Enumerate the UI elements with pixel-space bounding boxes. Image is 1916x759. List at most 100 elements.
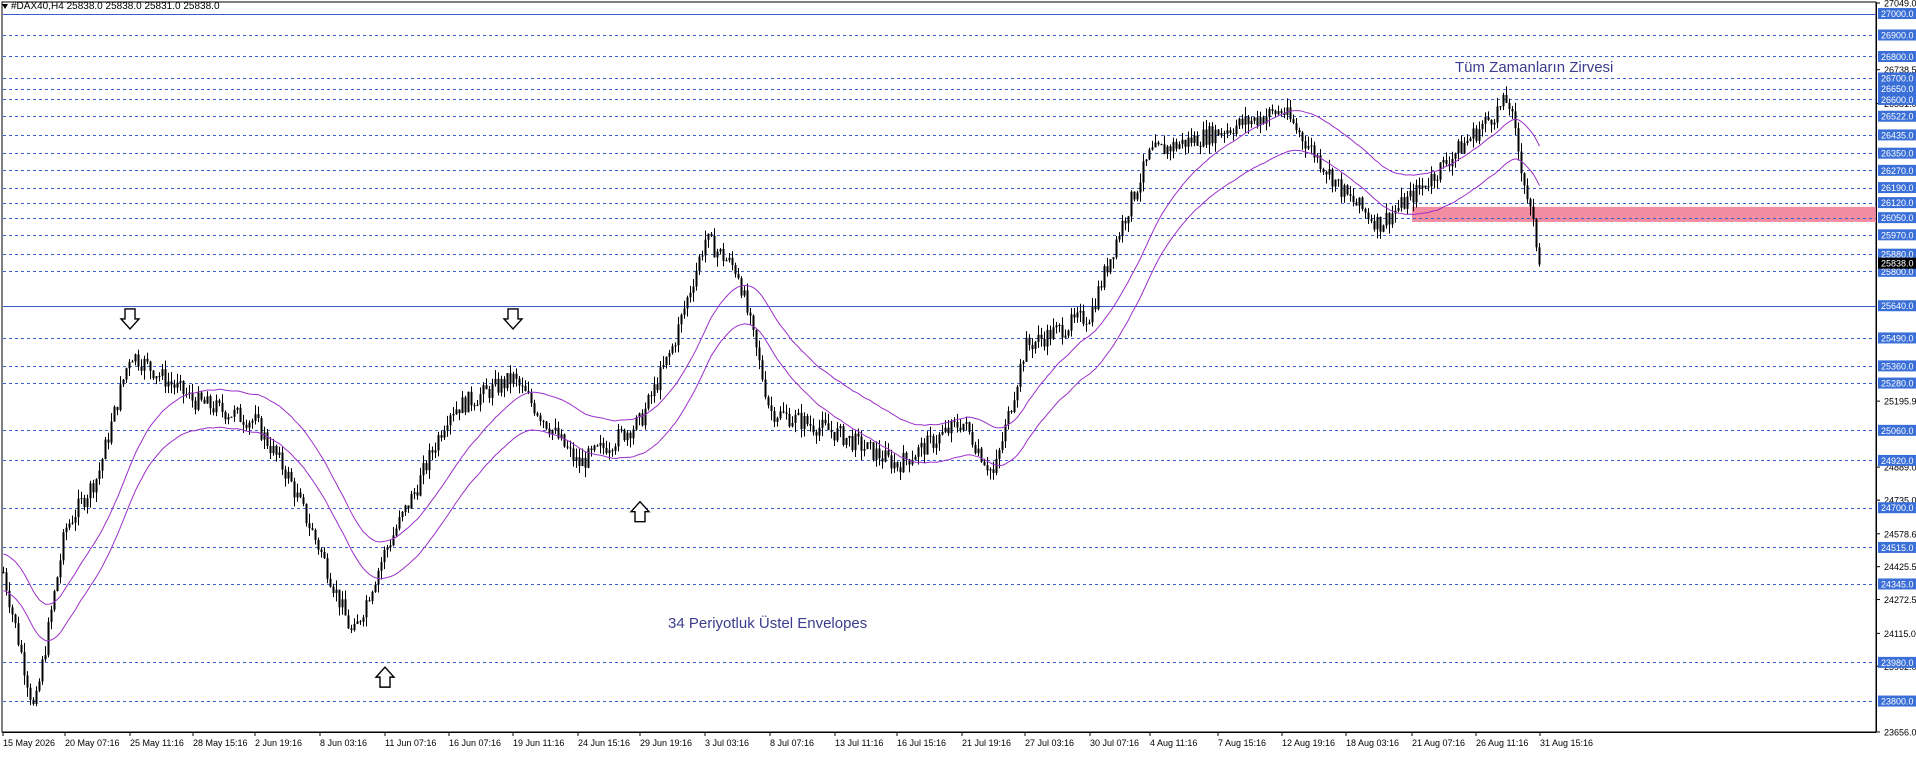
candle-body <box>1277 111 1280 115</box>
candle-body <box>89 483 92 499</box>
candle-body <box>869 442 872 444</box>
candle-body <box>83 497 86 507</box>
candle-body <box>206 396 209 404</box>
x-tick-label: 30 Jul 07:16 <box>1090 738 1139 748</box>
candle-body <box>1052 327 1055 340</box>
candle-body <box>1202 129 1205 147</box>
candle-body <box>515 373 518 379</box>
candle-body <box>11 607 14 615</box>
candle-body <box>1511 109 1514 112</box>
candle-body <box>23 652 26 676</box>
candle-body <box>1298 130 1301 133</box>
candle-body <box>146 358 149 362</box>
candle-body <box>1025 337 1028 362</box>
candle-body <box>1280 111 1283 113</box>
candle-body <box>1322 169 1325 172</box>
candle-body <box>1247 116 1250 125</box>
x-tick-label: 24 Jun 15:16 <box>578 738 630 748</box>
candle-body <box>536 413 539 416</box>
candle-body <box>1220 133 1223 136</box>
level-price-label: 23800.0 <box>1881 697 1914 707</box>
x-tick-label: 27 Jul 03:16 <box>1025 738 1074 748</box>
x-tick-label: 16 Jul 15:16 <box>897 738 946 748</box>
candle-body <box>1019 363 1022 387</box>
candle-body <box>1379 216 1382 232</box>
candle-body <box>197 392 200 410</box>
candle-body <box>1325 171 1328 175</box>
candle-body <box>338 589 341 608</box>
candle-body <box>272 445 275 454</box>
candle-body <box>539 415 542 421</box>
candle-body <box>467 391 470 413</box>
candle-body <box>227 417 230 420</box>
level-price-label: 27000.0 <box>1881 9 1914 19</box>
candle-body <box>59 560 62 578</box>
candle-body <box>983 461 986 466</box>
candle-body <box>1148 149 1151 160</box>
candle-body <box>1376 216 1379 230</box>
candle-body <box>329 578 332 587</box>
candle-body <box>1199 145 1202 147</box>
candle-body <box>719 249 722 252</box>
x-tick-label: 29 Jun 19:16 <box>640 738 692 748</box>
candle-body <box>335 589 338 594</box>
candle-body <box>1301 132 1304 142</box>
candle-body <box>776 418 779 422</box>
candle-body <box>1274 110 1277 115</box>
candle-body <box>542 420 545 422</box>
candle-body <box>275 445 278 455</box>
candle-body <box>1292 119 1295 124</box>
candle-body <box>1094 306 1097 310</box>
level-price-label: 25490.0 <box>1881 333 1914 343</box>
candle-body <box>71 522 74 524</box>
candle-body <box>956 421 959 428</box>
candle-body <box>305 503 308 524</box>
candle-body <box>14 614 17 624</box>
candle-body <box>1289 107 1292 120</box>
candle-body <box>689 292 692 298</box>
candle-body <box>395 528 398 536</box>
level-price-label: 23980.0 <box>1881 658 1914 668</box>
candle-body <box>1355 202 1358 206</box>
candle-body <box>293 481 296 498</box>
candle-body <box>425 463 428 471</box>
x-tick-label: 8 Jul 07:16 <box>770 738 814 748</box>
candle-body <box>1403 197 1406 209</box>
candle-body <box>989 469 992 471</box>
candle-body <box>992 469 995 473</box>
y-tick-label: 27049.0 <box>1884 0 1916 9</box>
candle-body <box>1451 158 1454 167</box>
candle-body <box>1457 141 1460 154</box>
candle-body <box>287 471 290 479</box>
candle-body <box>479 394 482 405</box>
candle-body <box>158 375 161 377</box>
x-tick-label: 7 Aug 15:16 <box>1218 738 1266 748</box>
candle-body <box>1310 145 1313 147</box>
candle-body <box>113 406 116 422</box>
candle-body <box>32 699 35 704</box>
candle-body <box>107 439 110 443</box>
dropdown-triangle-icon[interactable] <box>2 3 8 9</box>
candle-body <box>1229 130 1232 133</box>
candle-body <box>1205 129 1208 145</box>
candle-body <box>1181 139 1184 145</box>
candle-body <box>695 270 698 287</box>
candle-body <box>1016 386 1019 401</box>
candle-body <box>656 384 659 391</box>
candle-body <box>920 442 923 448</box>
candle-body <box>1349 194 1352 196</box>
candle-body <box>605 447 608 454</box>
x-tick-label: 31 Aug 15:16 <box>1540 738 1593 748</box>
candle-body <box>932 436 935 448</box>
candle-body <box>593 445 596 451</box>
candle-body <box>839 426 842 429</box>
candle-body <box>428 450 431 471</box>
candle-body <box>962 423 965 431</box>
candle-body <box>200 392 203 400</box>
candle-body <box>377 570 380 585</box>
candle-body <box>872 442 875 460</box>
candle-body <box>935 443 938 448</box>
candle-body <box>755 329 758 348</box>
candle-body <box>170 381 173 385</box>
candle-body <box>1070 314 1073 331</box>
